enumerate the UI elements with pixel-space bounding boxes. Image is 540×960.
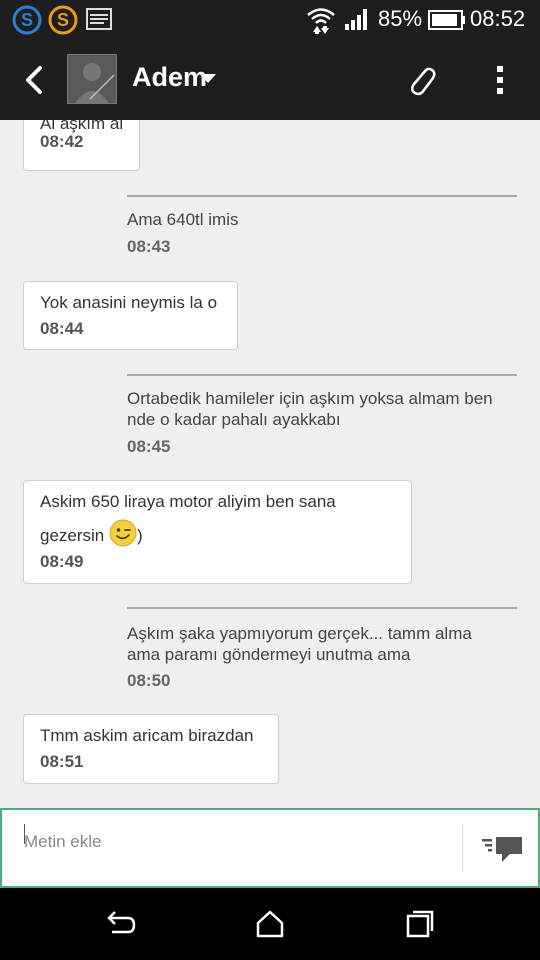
status-bar: S S 85% 08:52 [0, 0, 540, 38]
signal-icon [345, 9, 367, 30]
avatar-placeholder-icon [68, 55, 116, 103]
received-message[interactable]: Al aşkım al 08:42 [23, 120, 140, 171]
clock: 08:52 [470, 6, 526, 31]
wifi-icon [307, 8, 335, 34]
message-text-line1: Ortabedik hamileler için aşkım yoksa alm… [127, 389, 493, 408]
message-time: 08:44 [40, 319, 84, 338]
contact-name[interactable]: Adem [132, 62, 207, 93]
sent-message[interactable]: Ama 640tl imis 08:43 [127, 195, 517, 257]
message-text-before-emoji: gezersin [40, 526, 109, 545]
battery-icon [428, 10, 465, 30]
message-time: 08:51 [40, 752, 84, 771]
message-input[interactable] [24, 822, 444, 862]
message-text: Yok anasini neymis la o [40, 293, 218, 312]
message-text-line2: gezersin ) [40, 519, 143, 547]
s-app-icon: S [48, 5, 78, 35]
message-time: 08:43 [127, 237, 171, 256]
recent-apps-icon[interactable] [400, 906, 440, 942]
send-message-icon[interactable] [480, 834, 524, 866]
message-time: 08:45 [127, 437, 171, 456]
message-text: Ama 640tl imis [127, 210, 239, 229]
overflow-menu-icon[interactable] [486, 60, 514, 100]
svg-text:S: S [57, 10, 69, 30]
message-text-line2: nde o kadar pahalı ayakkabı [127, 410, 341, 429]
composer-divider [462, 824, 463, 872]
message-list[interactable]: Al aşkım al 08:42 Ama 640tl imis 08:43 Y… [0, 120, 540, 808]
home-nav-icon[interactable] [250, 906, 290, 942]
message-time: 08:49 [40, 552, 84, 571]
message-composer [0, 808, 540, 888]
system-nav-bar [0, 888, 540, 960]
battery-percent: 85% [378, 6, 423, 31]
message-text-line1: Askim 650 liraya motor aliyim ben sana [40, 492, 336, 511]
received-message[interactable]: Yok anasini neymis la o 08:44 [23, 281, 238, 350]
dropdown-caret-icon[interactable] [200, 74, 216, 83]
message-time: 08:42 [40, 132, 84, 151]
message-text-line1: Aşkım şaka yapmıyorum gerçek... tamm alm… [127, 624, 472, 643]
message-text: Tmm askim aricam birazdan [40, 726, 254, 745]
sent-message[interactable]: Ortabedik hamileler için aşkım yoksa alm… [127, 374, 517, 460]
back-nav-icon[interactable] [100, 906, 140, 942]
received-message[interactable]: Askim 650 liraya motor aliyim ben sana g… [23, 480, 412, 584]
back-arrow-icon[interactable] [18, 60, 52, 100]
contact-avatar[interactable] [67, 54, 117, 104]
svg-text:S: S [21, 10, 33, 30]
winking-smiley-icon [109, 519, 137, 547]
conversation-header: Adem [0, 38, 540, 120]
received-message[interactable]: Tmm askim aricam birazdan 08:51 [23, 714, 279, 784]
paperclip-icon[interactable] [404, 60, 438, 100]
message-text-line2: ama paramı göndermeyi unutma ama [127, 645, 411, 664]
messages-icon [86, 8, 112, 30]
message-text-after-emoji: ) [136, 526, 143, 545]
skype-icon: S [12, 5, 42, 35]
sent-message[interactable]: Aşkım şaka yapmıyorum gerçek... tamm alm… [127, 607, 517, 693]
message-time: 08:50 [127, 671, 171, 690]
